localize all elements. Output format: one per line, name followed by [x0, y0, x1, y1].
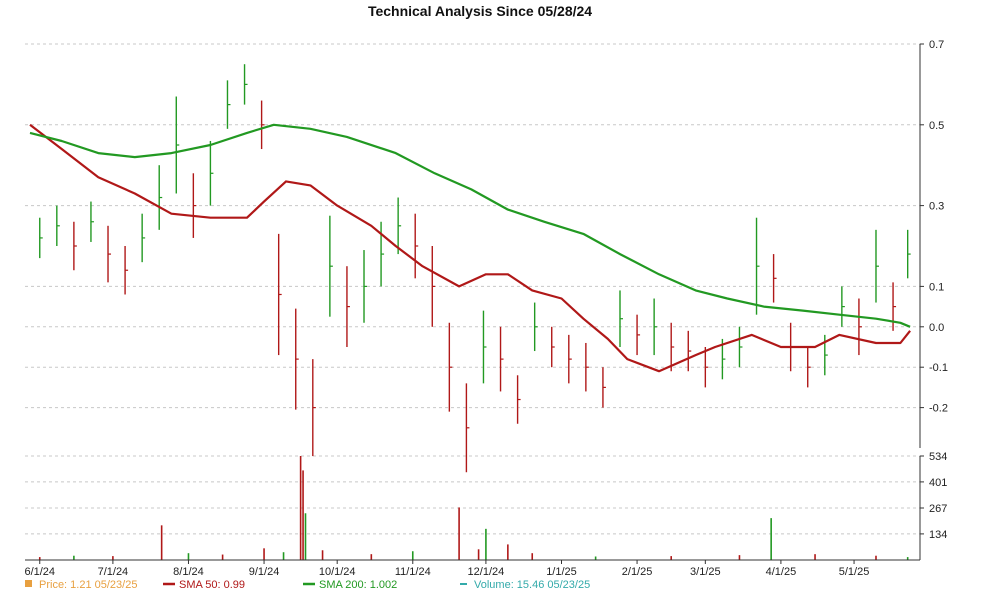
- legend-label: SMA 200: 1.002: [319, 579, 397, 591]
- x-tick-label: 11/1/24: [395, 566, 431, 578]
- x-axis-ticks: 6/1/24 7/1/24 8/1/24 9/1/24 10/1/24 11/1/24 12…: [24, 560, 869, 578]
- x-tick-label: 12/1/24: [468, 566, 505, 578]
- chart-legend: Price: 1.21 05/23/25 SMA 50: 0.99 SMA 200:…: [25, 579, 590, 591]
- volume-tick-label: 134: [929, 529, 947, 541]
- price-tick-label: 0.3: [929, 201, 944, 213]
- price-tick-label: -0.1: [929, 362, 948, 374]
- chart-title: Technical Analysis Since 05/28/24: [368, 3, 592, 19]
- x-tick-label: 5/1/25: [839, 566, 870, 578]
- x-tick-label: 1/1/25: [546, 566, 577, 578]
- x-tick-label: 4/1/25: [766, 566, 797, 578]
- volume-tick-label: 534: [929, 451, 947, 463]
- price-tick-label: 0.0: [929, 322, 944, 334]
- price-tick-label: -0.2: [929, 403, 948, 415]
- price-tick-label: 0.1: [929, 281, 944, 293]
- x-tick-label: 7/1/24: [98, 566, 129, 578]
- x-tick-label: 6/1/24: [24, 566, 55, 578]
- legend-label: Volume: 15.46 05/23/25: [474, 579, 590, 591]
- x-tick-label: 3/1/25: [690, 566, 721, 578]
- x-tick-label: 8/1/24: [173, 566, 204, 578]
- volume-axis-ticks: 534 401 267 134: [920, 451, 947, 541]
- legend-marker: [25, 580, 32, 587]
- legend-label: SMA 50: 0.99: [179, 579, 245, 591]
- price-tick-label: 0.7: [929, 39, 944, 51]
- price-panel: [25, 44, 920, 448]
- price-axis-ticks: 0.7 0.5 0.3 0.1 0.0 -0.1 -0.2: [920, 39, 948, 415]
- legend-label: Price: 1.21 05/23/25: [39, 579, 137, 591]
- x-tick-label: 9/1/24: [249, 566, 280, 578]
- x-tick-label: 10/1/24: [319, 566, 356, 578]
- price-tick-label: 0.5: [929, 120, 944, 132]
- volume-tick-label: 401: [929, 477, 947, 489]
- technical-analysis-chart: Technical Analysis Since 05/28/24 0.7 0.5…: [24, 3, 948, 591]
- x-tick-label: 2/1/25: [622, 566, 653, 578]
- volume-tick-label: 267: [929, 503, 947, 515]
